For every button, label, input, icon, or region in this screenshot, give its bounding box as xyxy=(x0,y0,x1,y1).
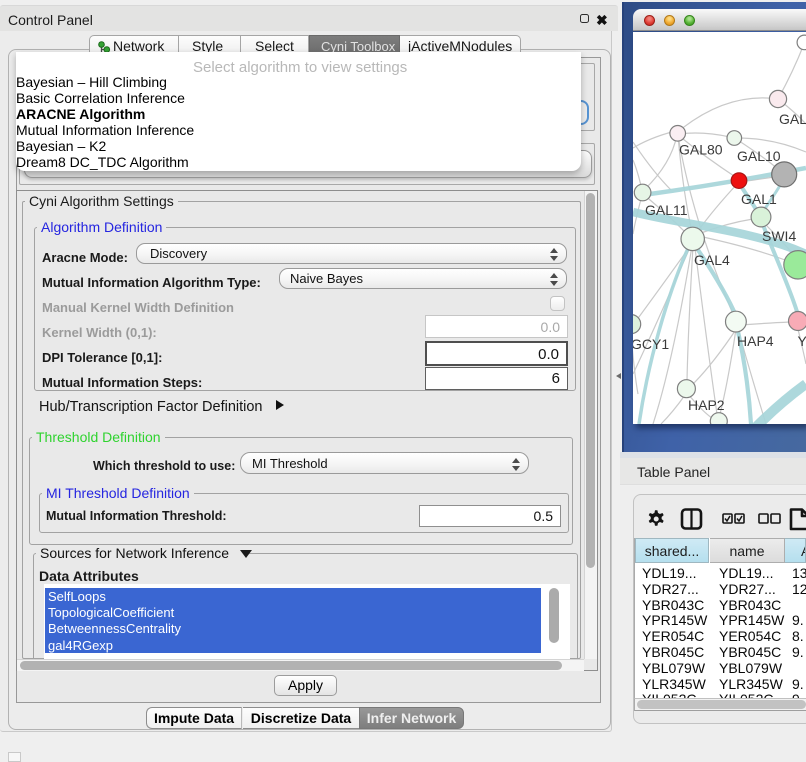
svg-text:GAL10: GAL10 xyxy=(737,148,781,164)
svg-text:SWI4: SWI4 xyxy=(762,228,796,244)
svg-text:GAL11: GAL11 xyxy=(645,202,688,218)
svg-text:GAL80: GAL80 xyxy=(679,142,723,158)
svg-text:GAL2: GAL2 xyxy=(779,111,806,127)
svg-text:Y: Y xyxy=(798,333,806,349)
svg-text:GAL4: GAL4 xyxy=(694,252,730,268)
svg-text:HAP2: HAP2 xyxy=(688,397,725,413)
svg-text:GAL1: GAL1 xyxy=(741,191,777,207)
svg-text:GCY1: GCY1 xyxy=(633,336,669,352)
svg-text:HAP4: HAP4 xyxy=(737,333,774,349)
